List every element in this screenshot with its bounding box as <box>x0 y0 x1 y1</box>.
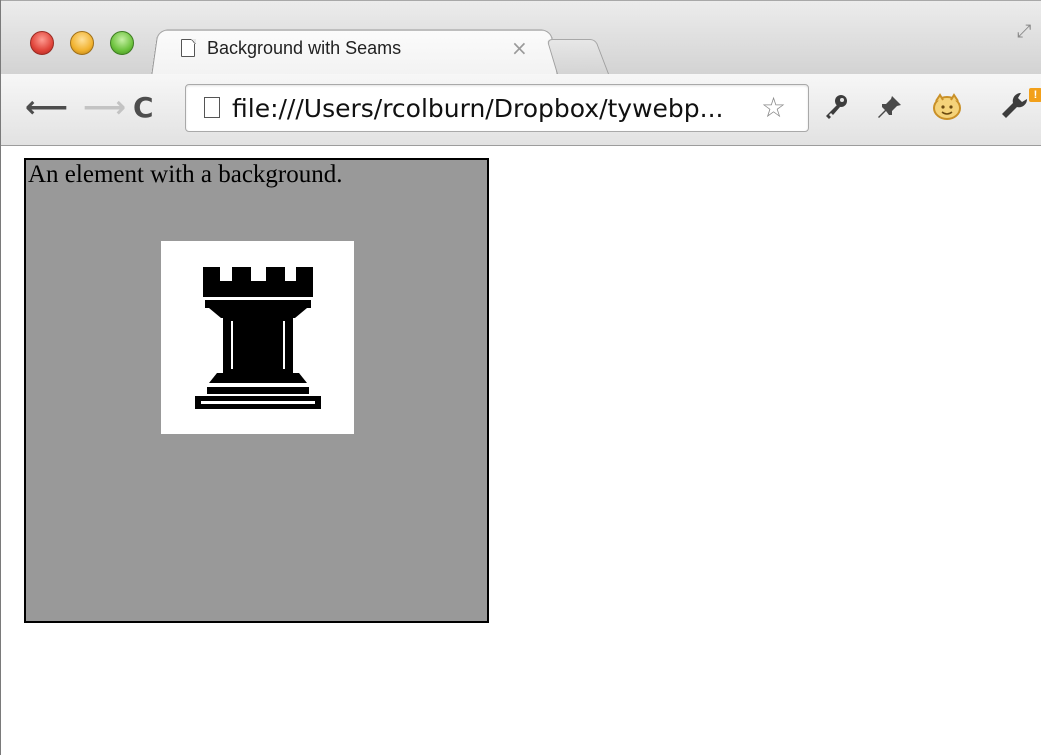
tab-strip: Background with Seams × ⤢ <box>1 0 1041 77</box>
address-bar[interactable]: file:///Users/rcolburn/Dropbox/tywebp...… <box>185 84 809 132</box>
toolbar: ⟵ ⟶ C file:///Users/rcolburn/Dropbox/tyw… <box>1 74 1041 146</box>
update-badge: ! <box>1029 88 1041 102</box>
tab-active[interactable]: Background with Seams × <box>151 27 556 75</box>
minimize-window-button[interactable] <box>70 31 94 55</box>
key-icon[interactable] <box>821 92 851 122</box>
bookmark-star-icon[interactable]: ☆ <box>761 91 786 124</box>
background-element: An element with a background. <box>24 158 489 623</box>
element-text: An element with a background. <box>28 161 343 188</box>
back-button[interactable]: ⟵ <box>25 88 68 128</box>
zoom-window-button[interactable] <box>110 31 134 55</box>
forward-button[interactable]: ⟶ <box>83 88 126 128</box>
page-icon <box>181 38 196 57</box>
new-tab-button[interactable] <box>546 39 609 74</box>
reload-button[interactable]: C <box>133 88 154 128</box>
page-viewport: An element with a background. <box>2 146 1041 755</box>
background-tile <box>161 241 354 434</box>
fullscreen-icon[interactable]: ⤢ <box>1017 21 1031 42</box>
chess-rook-icon <box>195 267 321 409</box>
close-window-button[interactable] <box>30 31 54 55</box>
browser-window: Background with Seams × ⤢ ⟵ ⟶ C file:///… <box>0 0 1041 755</box>
smiley-extension-icon[interactable] <box>931 92 963 122</box>
pushpin-icon[interactable] <box>875 92 905 122</box>
page-icon <box>204 97 220 118</box>
url-text[interactable]: file:///Users/rcolburn/Dropbox/tywebp... <box>232 94 724 123</box>
tab-title: Background with Seams <box>207 38 402 58</box>
tab-close-icon[interactable]: × <box>511 36 528 60</box>
